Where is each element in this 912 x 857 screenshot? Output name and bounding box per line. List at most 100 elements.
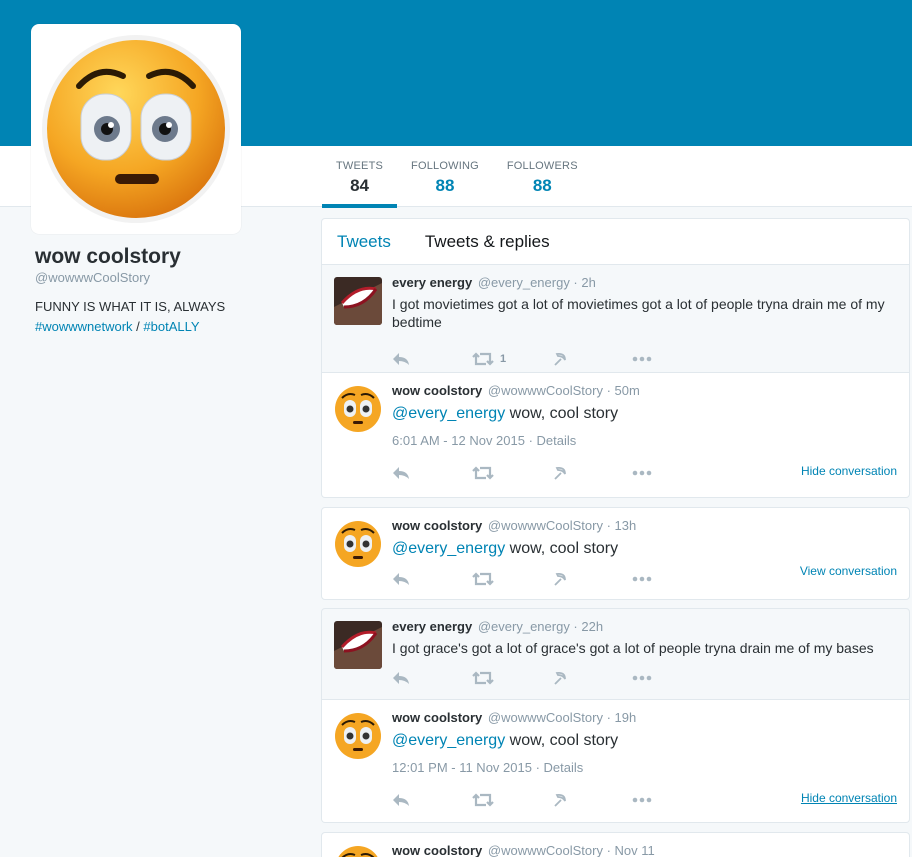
tweet-actions: Hide conversation [392, 458, 897, 488]
profile-card: wow coolstory @wowwwCoolStory FUNNY IS W… [35, 245, 295, 337]
tweet-actions: Hide conversation [392, 785, 897, 815]
tweet[interactable]: wow coolstory @wowwwCoolStory · Nov 11 [321, 832, 910, 857]
wow-coolstory-avatar[interactable] [334, 520, 382, 568]
more-button[interactable] [632, 790, 712, 810]
retweet-button[interactable] [472, 668, 552, 688]
tab-tweets-replies[interactable]: Tweets & replies [425, 232, 550, 252]
tweet[interactable]: wow coolstory @wowwwCoolStory · 13h @eve… [321, 507, 910, 600]
bio-separator: / [136, 319, 140, 334]
profile-handle[interactable]: @wowwwCoolStory [35, 270, 295, 285]
stat-following-value: 88 [435, 176, 455, 195]
more-button[interactable] [632, 349, 712, 369]
reply-button[interactable] [392, 790, 472, 810]
retweet-button[interactable]: 1 [472, 349, 552, 369]
tweet[interactable]: every energy @every_energy · 2h I got mo… [321, 264, 910, 373]
profile-stats: TWEETS 84 FOLLOWING 88 FOLLOWERS 88 [322, 146, 592, 208]
every-energy-avatar[interactable] [334, 277, 382, 325]
tweet-text: @every_energy wow, cool story [392, 538, 897, 560]
hide-conversation-link[interactable]: Hide conversation [801, 791, 897, 805]
retweet-button[interactable] [472, 569, 552, 589]
stat-following[interactable]: FOLLOWING 88 [397, 146, 493, 207]
more-button[interactable] [632, 668, 712, 688]
tweet-author[interactable]: every energy [392, 275, 472, 290]
tweet-text: @every_energy wow, cool story [392, 403, 897, 425]
hide-conversation-link[interactable]: Hide conversation [801, 464, 897, 478]
mention-link[interactable]: @every_energy [392, 732, 505, 749]
reply-button[interactable] [392, 569, 472, 589]
tweet-actions: 1 [392, 344, 897, 374]
reply-icon [393, 353, 409, 365]
sickle-icon [554, 466, 566, 480]
sickle-icon [554, 352, 566, 366]
stat-tweets[interactable]: TWEETS 84 [322, 146, 398, 208]
tweet-text: I got movietimes got a lot of movietimes… [392, 296, 885, 330]
stat-followers-label: FOLLOWERS [506, 160, 578, 172]
stat-tweets-value: 84 [350, 176, 369, 195]
bio-text: FUNNY IS WHAT IT IS, ALWAYS [35, 299, 226, 314]
more-icon [632, 470, 652, 476]
wow-coolstory-avatar[interactable] [334, 712, 382, 760]
flushed-emoji-icon [338, 846, 378, 857]
sickle-action-button[interactable] [552, 569, 632, 589]
mention-link[interactable]: @every_energy [392, 405, 505, 422]
hashtag-wowwwnetwork[interactable]: #wowwwnetwork [35, 319, 133, 334]
wow-coolstory-avatar[interactable] [334, 385, 382, 433]
tweet-meta: @wowwwCoolStory · Nov 11 [487, 843, 655, 857]
sickle-icon [554, 572, 566, 586]
tweet-author[interactable]: wow coolstory [392, 383, 482, 398]
retweet-icon [472, 793, 494, 807]
wow-coolstory-avatar[interactable] [334, 845, 382, 857]
more-button[interactable] [632, 463, 712, 483]
tweet-author[interactable]: wow coolstory [392, 843, 482, 857]
sickle-action-button[interactable] [552, 668, 632, 688]
tweet-meta: @wowwwCoolStory · 13h [487, 518, 637, 533]
stat-followers[interactable]: FOLLOWERS 88 [493, 146, 592, 207]
tweet[interactable]: wow coolstory @wowwwCoolStory · 19h @eve… [321, 700, 910, 823]
timeline-tabs: Tweets Tweets & replies [321, 218, 910, 264]
profile-name[interactable]: wow coolstory [35, 245, 295, 269]
retweet-icon [472, 572, 494, 586]
more-icon [632, 797, 652, 803]
reply-button[interactable] [392, 668, 472, 688]
stat-tweets-label: TWEETS [336, 160, 384, 172]
tweet-author[interactable]: every energy [392, 619, 472, 634]
sickle-action-button[interactable] [552, 790, 632, 810]
tweet[interactable]: every energy @every_energy · 22h I got g… [321, 608, 910, 700]
stat-followers-value: 88 [532, 176, 552, 195]
hashtag-botally[interactable]: #botALLY [143, 319, 199, 334]
tweet-timestamp[interactable]: 12:01 PM - 11 Nov 2015 · Details [392, 760, 897, 775]
tweet-actions: View conversation [392, 564, 897, 594]
flushed-emoji-avatar [42, 35, 230, 223]
tweet-body: wow, cool story [509, 732, 619, 749]
profile-avatar[interactable] [31, 24, 241, 234]
tweet-body: wow, cool story [509, 405, 619, 422]
tab-tweets[interactable]: Tweets [337, 232, 391, 252]
profile-bio: FUNNY IS WHAT IT IS, ALWAYS #wowwwnetwor… [35, 297, 295, 337]
reply-button[interactable] [392, 463, 472, 483]
tweet-timestamp[interactable]: 6:01 AM - 12 Nov 2015 · Details [392, 433, 897, 448]
every-energy-avatar[interactable] [334, 621, 382, 669]
reply-icon [393, 794, 409, 806]
reply-icon [393, 573, 409, 585]
tweet-meta: @every_energy · 2h [477, 275, 596, 290]
mention-link[interactable]: @every_energy [392, 540, 505, 557]
retweet-button[interactable] [472, 463, 552, 483]
retweet-count: 1 [500, 353, 507, 365]
tweet-text: @every_energy wow, cool story [392, 730, 897, 752]
tweet-author[interactable]: wow coolstory [392, 518, 482, 533]
flushed-emoji-icon [335, 713, 381, 759]
timeline: Tweets Tweets & replies every energy @ev… [321, 218, 910, 857]
tweet-body: wow, cool story [509, 540, 619, 557]
sickle-action-button[interactable] [552, 349, 632, 369]
tweet-meta: @wowwwCoolStory · 50m [487, 383, 640, 398]
sickle-action-button[interactable] [552, 463, 632, 483]
sickle-icon [554, 793, 566, 807]
tweet[interactable]: wow coolstory @wowwwCoolStory · 50m @eve… [321, 373, 910, 498]
reply-icon [393, 672, 409, 684]
retweet-button[interactable] [472, 790, 552, 810]
reply-button[interactable] [392, 349, 472, 369]
more-button[interactable] [632, 569, 712, 589]
view-conversation-link[interactable]: View conversation [800, 564, 897, 578]
tweet-author[interactable]: wow coolstory [392, 710, 482, 725]
stat-following-label: FOLLOWING [411, 160, 479, 172]
